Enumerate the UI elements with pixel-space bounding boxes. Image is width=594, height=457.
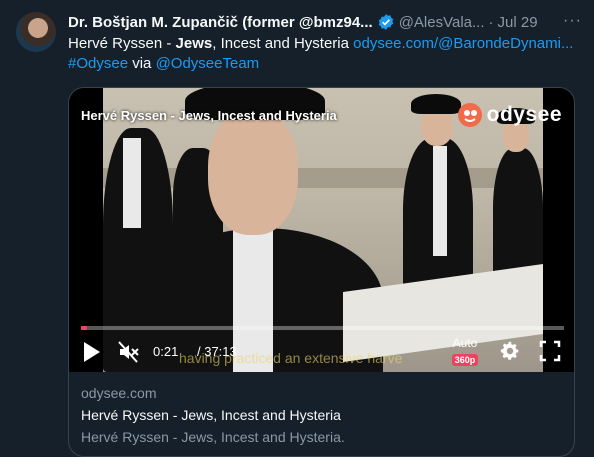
card-domain: odysee.com [81, 385, 157, 401]
mute-icon[interactable] [117, 340, 141, 364]
tweet-text-part1: Hervé Ryssen - [68, 35, 176, 52]
card-meta: odysee.com Hervé Ryssen - Jews, Incest a… [81, 384, 562, 446]
tweet-text-part2: , Incest and Hysteria [212, 35, 354, 52]
tweet-text-bold: Jews [175, 35, 213, 52]
author-name[interactable]: Dr. Boštjan M. Zupančič (former @bmz94..… [68, 14, 373, 31]
card-description: Hervé Ryssen - Jews, Incest and Hysteria… [81, 429, 345, 445]
more-options-icon[interactable]: ··· [563, 12, 582, 30]
quality-mode: Auto [452, 336, 478, 350]
avatar[interactable] [16, 12, 56, 52]
verified-badge-icon [378, 14, 393, 30]
total-time: / 37:13 [197, 344, 237, 359]
play-icon[interactable] [81, 340, 103, 364]
card-title: Hervé Ryssen - Jews, Incest and Hysteria [81, 407, 341, 423]
via-text: via [128, 55, 156, 72]
progress-fill [81, 326, 87, 330]
fullscreen-icon[interactable] [539, 340, 561, 362]
author-handle[interactable]: @AlesVala... [399, 14, 485, 31]
video-title: Hervé Ryssen - Jews, Incest and Hysteria [81, 108, 337, 123]
settings-gear-icon[interactable] [499, 340, 521, 362]
progress-bar[interactable] [81, 326, 564, 330]
brand-name: odysee [486, 103, 562, 126]
video-player[interactable]: Hervé Ryssen - Jews, Incest and Hysteria… [69, 88, 574, 372]
separator-dot: · [488, 13, 494, 31]
current-time: 0:21 [153, 344, 179, 359]
odysee-logo[interactable]: odysee [457, 102, 562, 128]
quality-resolution: 360p [451, 354, 479, 366]
video-controls: 0:21 / 37:13 Auto 360p [69, 336, 574, 368]
tweet[interactable]: Dr. Boštjan M. Zupančič (former @bmz94..… [0, 0, 594, 457]
mention-link[interactable]: @OdyseeTeam [156, 55, 260, 72]
tweet-link[interactable]: odysee.com/@BarondeDynami... [353, 35, 573, 52]
tweet-header: Dr. Boštjan M. Zupančič (former @bmz94..… [68, 12, 582, 32]
tweet-date[interactable]: Jul 29 [498, 14, 538, 31]
quality-selector[interactable]: Auto 360p [445, 336, 485, 368]
link-card[interactable]: Hervé Ryssen - Jews, Incest and Hysteria… [68, 87, 575, 457]
odysee-icon [457, 103, 482, 127]
hashtag-link[interactable]: #Odysee [68, 55, 128, 72]
tweet-text: Hervé Ryssen - Jews, Incest and Hysteria… [68, 34, 582, 74]
